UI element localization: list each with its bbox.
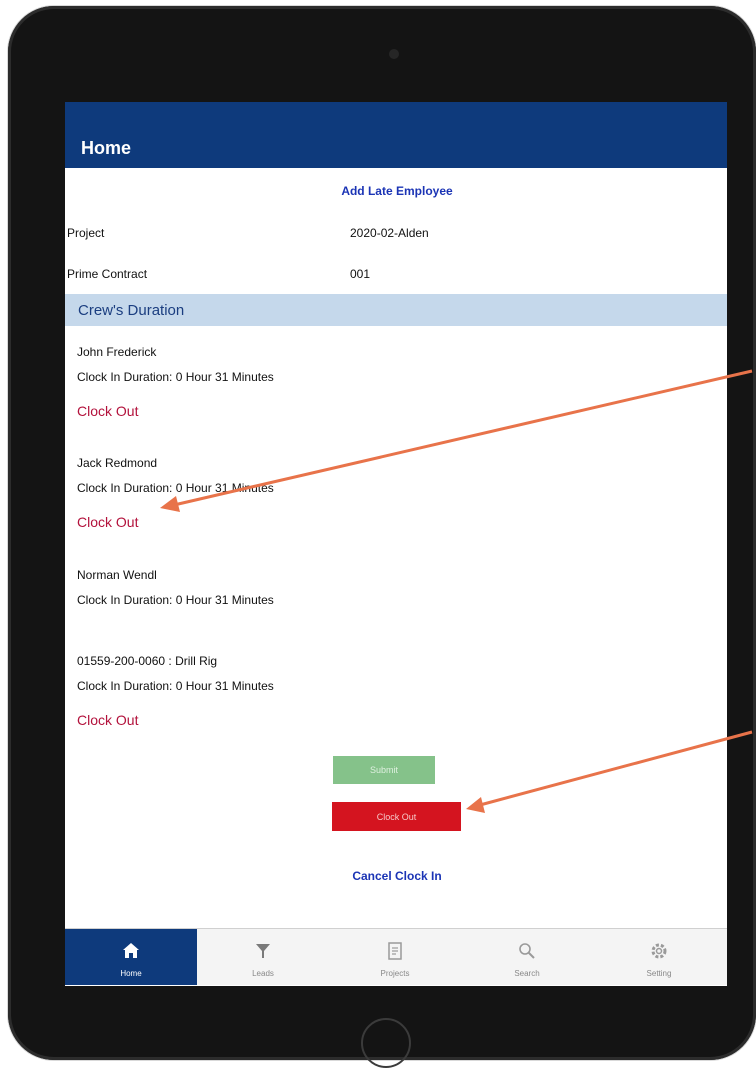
tab-label: Leads <box>252 969 274 978</box>
tablet-frame: Home Add Late Employee Project 2020-02-A… <box>8 6 756 1068</box>
search-icon <box>519 943 535 959</box>
device-home-button[interactable] <box>361 1018 411 1068</box>
add-late-employee-link[interactable]: Add Late Employee <box>335 184 459 198</box>
bottom-tab-bar: Home Leads Projects Search Setting <box>65 928 727 985</box>
prime-contract-row: Prime Contract 001 <box>67 267 727 287</box>
filter-icon <box>256 944 270 958</box>
tab-setting[interactable]: Setting <box>593 929 725 985</box>
tab-leads[interactable]: Leads <box>197 929 329 985</box>
projects-icon <box>388 942 402 960</box>
clock-out-link[interactable]: Clock Out <box>77 712 138 728</box>
crew-duration: Clock In Duration: 0 Hour 31 Minutes <box>77 481 274 495</box>
crew-name: Jack Redmond <box>77 456 158 470</box>
tab-label: Home <box>120 969 142 978</box>
clock-out-link[interactable]: Clock Out <box>77 403 138 419</box>
section-title: Crew's Duration <box>78 302 185 319</box>
app-header: Home <box>65 102 727 168</box>
submit-button[interactable]: Submit <box>333 756 435 784</box>
cancel-clock-in-link[interactable]: Cancel Clock In <box>327 869 467 883</box>
tab-label: Search <box>514 969 540 978</box>
clock-out-link[interactable]: Clock Out <box>77 514 138 530</box>
project-row: Project 2020-02-Alden <box>67 226 727 246</box>
tab-projects[interactable]: Projects <box>329 929 461 985</box>
project-label: Project <box>67 226 105 240</box>
home-icon <box>123 943 139 958</box>
camera <box>389 49 399 59</box>
prime-contract-label: Prime Contract <box>67 267 148 281</box>
tab-search[interactable]: Search <box>461 929 593 985</box>
crew-duration: Clock In Duration: 0 Hour 31 Minutes <box>77 370 274 384</box>
gear-icon <box>651 943 667 959</box>
tab-label: Projects <box>380 969 410 978</box>
tab-home[interactable]: Home <box>65 929 197 985</box>
tab-label: Setting <box>646 969 672 978</box>
crew-duration: Clock In Duration: 0 Hour 31 Minutes <box>77 679 274 693</box>
crew-name: Norman Wendl <box>77 568 157 582</box>
crew-duration: Clock In Duration: 0 Hour 31 Minutes <box>77 593 274 607</box>
crew-name: 01559-200-0060 : Drill Rig <box>77 654 218 668</box>
clock-out-all-button[interactable]: Clock Out <box>332 802 461 831</box>
crew-duration-header: Crew's Duration <box>65 294 727 326</box>
prime-contract-value: 001 <box>350 267 371 281</box>
crew-name: John Frederick <box>77 345 157 359</box>
project-value: 2020-02-Alden <box>350 226 429 240</box>
app-screen: Home Add Late Employee Project 2020-02-A… <box>65 102 727 986</box>
page-title: Home <box>81 138 132 158</box>
